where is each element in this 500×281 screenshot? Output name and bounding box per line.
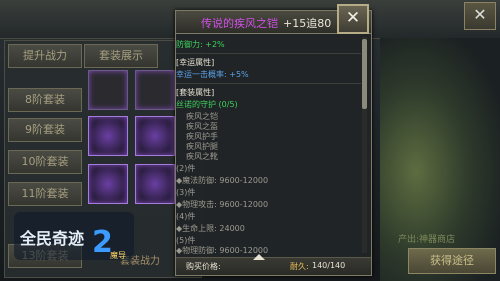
game-logo: 全民奇迹 2 魔导 [14, 212, 134, 260]
tooltip-body: 防御力: +2% [幸运属性] 幸运一击概率: +5% [套装属性] 丝诺的守护… [176, 35, 371, 255]
bonus-stat: ◆生命上限: 24000 [176, 224, 245, 233]
close-icon[interactable]: ✕ [337, 4, 369, 34]
luck-stat: 幸运一击概率: +5% [176, 70, 249, 79]
item-enhance-level: +15追80 [283, 17, 332, 30]
logo-text: 全民奇迹 [19, 229, 84, 248]
bonus-stat: ◆物理攻击: 9600-12000 [176, 200, 269, 209]
window-close-button[interactable]: ✕ [464, 2, 496, 30]
equipment-slot[interactable] [135, 70, 175, 110]
item-name: 传说的疾风之铠 [201, 17, 278, 30]
tooltip-footer: 购买价格: 耐久: 140/140 [176, 254, 371, 275]
set-name: 丝诺的守护 (0/5) [176, 100, 238, 109]
durability-label: 耐久: [290, 262, 309, 271]
bonus-count: (3)件 [176, 188, 196, 197]
logo-badge: 魔导 [110, 250, 126, 260]
bonus-stat: ◆魔法防御: 9600-12000 [176, 176, 269, 185]
equipment-slot[interactable] [135, 164, 175, 204]
side-tab-8[interactable]: 8阶套装 [8, 88, 82, 112]
price-label: 购买价格: [186, 262, 221, 271]
side-tab-9[interactable]: 9阶套装 [8, 118, 82, 142]
tab-set-showcase[interactable]: 套装展示 [84, 44, 158, 68]
equipment-slot[interactable] [88, 70, 128, 110]
set-piece: 疾风之靴 [186, 152, 218, 161]
equipment-slot[interactable] [88, 164, 128, 204]
divider [176, 53, 361, 54]
set-title: [套装属性] [176, 88, 215, 97]
source-caption: 产出:神器商店 [398, 235, 456, 245]
equipment-slot[interactable] [135, 116, 175, 156]
divider [176, 83, 361, 84]
equipment-slot[interactable] [88, 116, 128, 156]
bonus-count: (4)件 [176, 212, 196, 221]
side-tab-11[interactable]: 11阶套装 [8, 182, 82, 206]
item-tooltip: 传说的疾风之铠 +15追80 ✕ 防御力: +2% [幸运属性] 幸运一击概率:… [175, 4, 372, 276]
tab-improve-power[interactable]: 提升战力 [8, 44, 82, 68]
scroll-indicator-icon [253, 254, 265, 260]
side-tab-10[interactable]: 10阶套装 [8, 150, 82, 174]
durability-value: 140/140 [312, 261, 346, 270]
luck-title: [幸运属性] [176, 58, 215, 67]
defense-stat: 防御力: +2% [176, 40, 225, 49]
scrollbar-thumb[interactable] [362, 39, 367, 109]
obtain-method-button[interactable]: 获得途径 [408, 248, 496, 274]
bonus-count: (2)件 [176, 164, 196, 173]
